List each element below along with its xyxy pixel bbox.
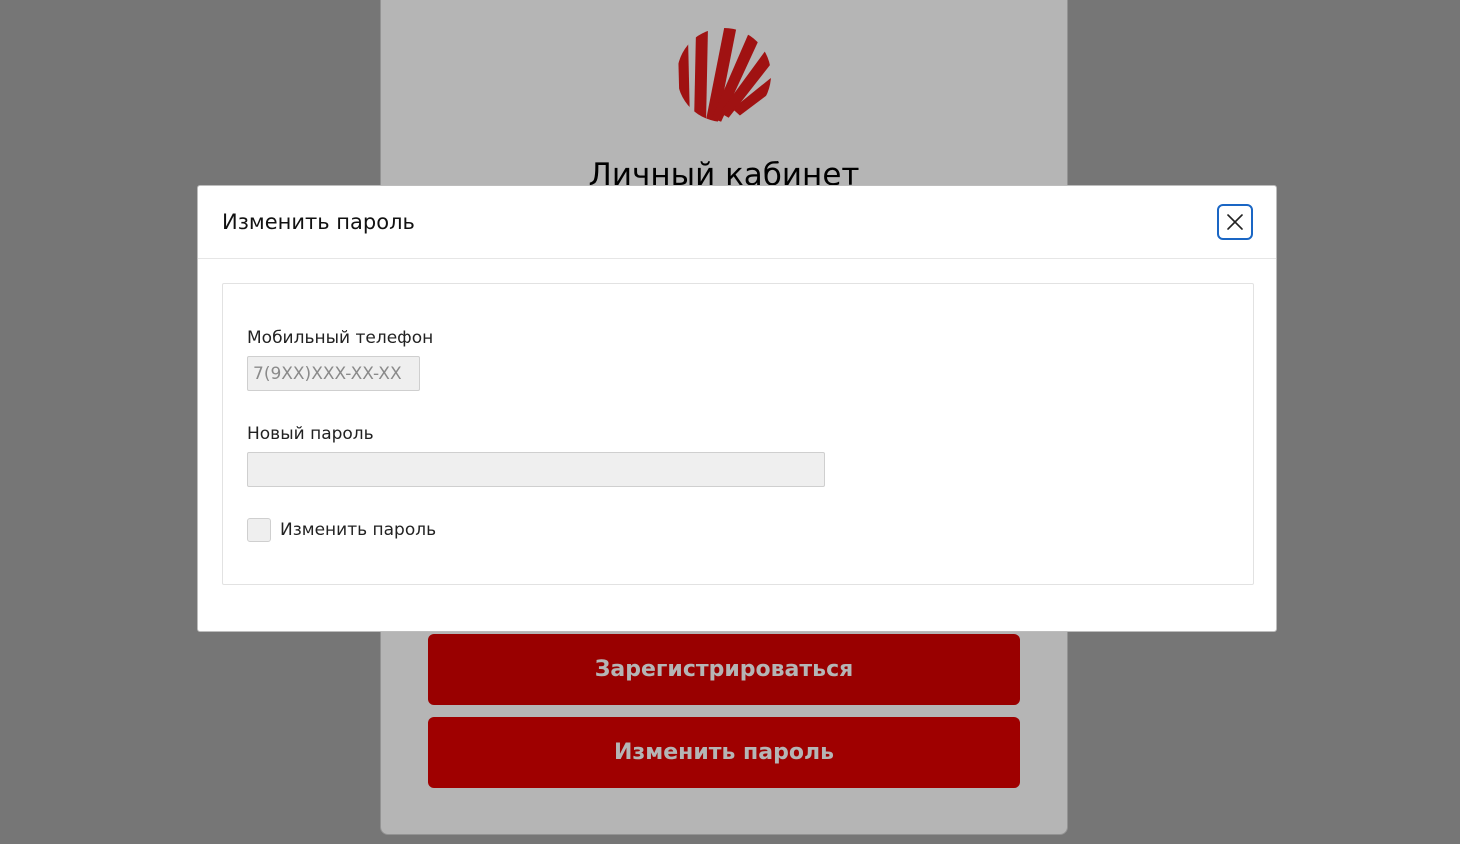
new-password-input[interactable]	[247, 452, 825, 487]
new-password-label: Новый пароль	[247, 424, 374, 444]
phone-input[interactable]	[247, 356, 420, 391]
phone-label: Мобильный телефон	[247, 328, 434, 348]
change-password-modal: Изменить пароль Мобильный телефон Новый …	[197, 185, 1277, 632]
close-icon	[1227, 214, 1243, 230]
change-password-form: Мобильный телефон Новый пароль Изменить …	[222, 283, 1254, 585]
change-password-checkbox-row[interactable]: Изменить пароль	[247, 518, 436, 542]
change-password-checkbox-label: Изменить пароль	[280, 520, 437, 540]
modal-title: Изменить пароль	[222, 210, 415, 234]
modal-header: Изменить пароль	[198, 186, 1276, 259]
change-password-checkbox[interactable]	[247, 518, 271, 542]
close-button[interactable]	[1217, 204, 1253, 240]
